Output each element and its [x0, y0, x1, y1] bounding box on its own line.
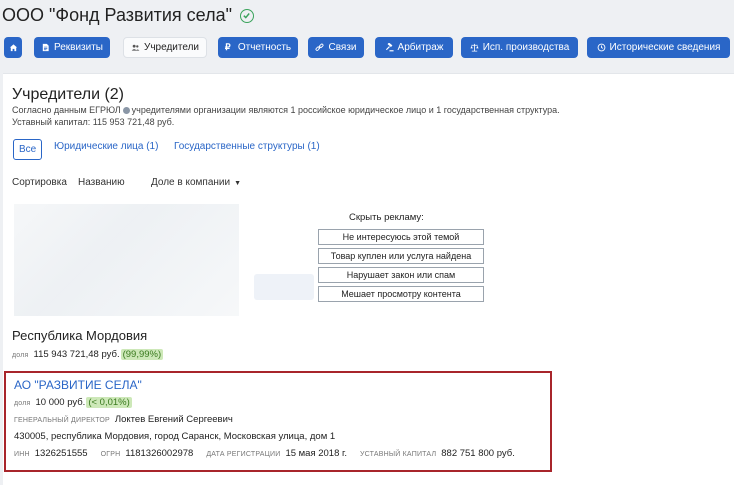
- hide-ad-title: Скрыть рекламу:: [349, 212, 424, 223]
- tab-requisites[interactable]: Реквизиты: [34, 37, 110, 58]
- scales-icon: [470, 43, 479, 52]
- registration-date: 15 мая 2018 г.: [285, 448, 347, 459]
- tab-reports[interactable]: ₽ Отчетность: [218, 37, 298, 58]
- founder-company-link[interactable]: АО "РАЗВИТИЕ СЕЛА": [14, 378, 142, 392]
- sort-by-share[interactable]: Доле в компании ▼: [151, 177, 241, 188]
- founder-address: 430005, республика Мордовия, город Саран…: [14, 431, 336, 442]
- link-icon: [315, 43, 324, 52]
- home-tab[interactable]: [4, 37, 22, 58]
- authorized-capital: Уставный капитал: 115 953 721,48 руб.: [12, 117, 175, 127]
- filter-legal-entities[interactable]: Юридические лица (1): [54, 141, 158, 152]
- founder-share: доля 10 000 руб. (< 0,01%): [14, 397, 132, 408]
- tab-history[interactable]: Исторические сведения: [587, 37, 730, 58]
- people-icon: [131, 43, 140, 52]
- tab-arbitration[interactable]: Арбитраж: [375, 37, 453, 58]
- tab-founders[interactable]: Учредители: [123, 37, 207, 58]
- founder-director: генеральный директор Локтев Евгений Серг…: [14, 414, 233, 425]
- company-title: ООО "Фонд Развития села": [2, 5, 232, 25]
- history-icon: [597, 43, 606, 52]
- ogrn-value: 1181326002978: [125, 448, 194, 459]
- founders-card: Учредители (2) Согласно данным ЕГРЮЛ учре…: [3, 73, 734, 485]
- director-name[interactable]: Локтев Евгений Сергеевич: [115, 414, 233, 425]
- highlighted-founder: АО "РАЗВИТИЕ СЕЛА" доля 10 000 руб. (< 0…: [4, 371, 552, 472]
- tab-enforcement[interactable]: Исп. производства: [461, 37, 578, 58]
- company-capital: 882 751 800 руб.: [441, 448, 515, 459]
- share-percent-badge: (99,99%): [120, 349, 164, 360]
- owner-name[interactable]: Республика Мордовия: [12, 328, 147, 343]
- check-circle-icon: [239, 8, 254, 23]
- filter-gov-structures[interactable]: Государственные структуры (1): [174, 141, 320, 152]
- home-icon: [9, 43, 18, 52]
- sort-label: Сортировка: [12, 177, 67, 188]
- document-icon: [41, 43, 50, 52]
- ad-block: Скрыть рекламу: Не интересуюсь этой темо…: [14, 204, 734, 316]
- hide-ad-option[interactable]: Мешает просмотру контента: [318, 286, 484, 302]
- filter-all[interactable]: Все: [13, 139, 43, 160]
- info-icon[interactable]: [122, 107, 130, 114]
- section-title: Учредители (2): [12, 86, 125, 103]
- hide-ad-option[interactable]: Товар куплен или услуга найдена: [318, 248, 484, 264]
- sort-by-name[interactable]: Названию: [78, 177, 125, 188]
- hide-ad-option[interactable]: Не интересуюсь этой темой: [318, 229, 484, 245]
- ad-cta-button: [254, 274, 314, 300]
- gavel-icon: [385, 42, 394, 52]
- share-percent-badge: (< 0,01%): [86, 397, 132, 408]
- inn-value: 1326251555: [34, 448, 88, 459]
- founder-ids: ИНН 1326251555 ОГРН 1181326002978 дата р…: [14, 448, 515, 459]
- owner-share: доля 115 943 721,48 руб. (99,99%): [12, 349, 164, 360]
- hide-ad-option[interactable]: Нарушает закон или спам: [318, 267, 484, 283]
- egrul-description: Согласно данным ЕГРЮЛ учредителями органи…: [12, 105, 560, 115]
- page-title: ООО "Фонд Развития села": [2, 5, 254, 26]
- ad-image: [14, 204, 239, 316]
- ruble-icon: ₽: [224, 42, 231, 52]
- caret-down-icon: ▼: [234, 180, 242, 187]
- tab-links[interactable]: Связи: [308, 37, 364, 58]
